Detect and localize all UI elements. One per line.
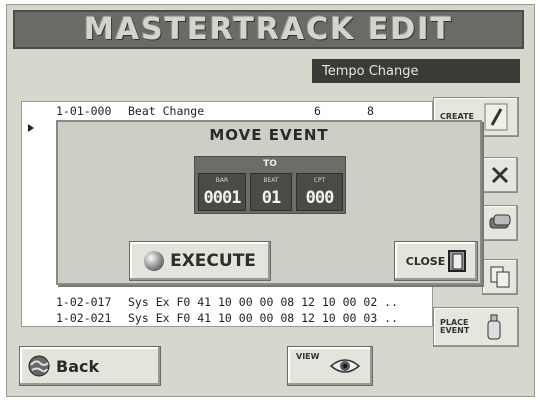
dialog-title: MOVE EVENT: [209, 126, 329, 144]
move-event-icon: [489, 214, 511, 229]
clock-value: 000: [305, 188, 335, 208]
beat-value: 01: [261, 188, 281, 208]
bar-value: 0001: [203, 188, 242, 208]
list-item[interactable]: 1-01-000 Beat Change 6 8: [22, 103, 432, 119]
pencil-icon: [484, 103, 508, 131]
clock-label: CPT: [313, 177, 326, 184]
beat-label: BEAT: [263, 177, 279, 184]
list-item[interactable]: 1-02-021 Sys Ex F0 41 10 00 00 08 12 10 …: [22, 310, 432, 326]
event-filter-display[interactable]: Tempo Change: [312, 59, 520, 83]
event-value-2: 8: [367, 104, 374, 118]
page-title: MASTERTRACK EDIT: [84, 12, 453, 47]
clock-field[interactable]: CPT 000: [296, 173, 343, 211]
delete-x-icon: [491, 166, 509, 184]
mastertrack-edit-screen: MASTERTRACK EDIT Tempo Change 1-01-000 B…: [6, 4, 535, 397]
view-label: VIEW: [296, 352, 320, 361]
event-type: Beat Change: [128, 104, 205, 118]
move-button[interactable]: [482, 205, 518, 241]
execute-button[interactable]: EXECUTE: [129, 241, 271, 281]
copy-button[interactable]: [482, 259, 518, 295]
beat-field[interactable]: BEAT 01: [250, 173, 292, 211]
back-button[interactable]: Back: [19, 346, 161, 386]
execute-orb-icon: [144, 251, 165, 271]
list-item[interactable]: 1-02-017 Sys Ex F0 41 10 00 00 08 12 10 …: [22, 294, 432, 310]
move-event-dialog: MOVE EVENT TO BAR 0001 BEAT 01 CPT 000 E…: [56, 120, 482, 285]
view-button[interactable]: VIEW: [287, 346, 373, 386]
bar-field[interactable]: BAR 0001: [198, 173, 246, 211]
close-label: CLOSE: [405, 254, 446, 268]
cursor-arrow-icon: [28, 124, 34, 132]
event-data: Sys Ex F0 41 10 00 00 08 12 10 00 02 ..: [128, 295, 399, 309]
destination-group: TO BAR 0001 BEAT 01 CPT 000: [194, 156, 346, 214]
copy-icon: [490, 266, 510, 288]
bar-label: BAR: [215, 177, 229, 184]
title-bar: MASTERTRACK EDIT: [13, 10, 524, 49]
close-button[interactable]: CLOSE: [394, 241, 478, 281]
door-icon: [448, 250, 467, 272]
event-position: 1-02-017: [56, 295, 112, 309]
event-data: Sys Ex F0 41 10 00 00 08 12 10 00 03 ..: [128, 311, 399, 325]
execute-label: EXECUTE: [170, 251, 256, 271]
event-filter-label: Tempo Change: [322, 63, 419, 79]
place-event-button[interactable]: PLACE EVENT: [433, 307, 519, 347]
delete-button[interactable]: [482, 157, 518, 193]
eye-icon: [330, 359, 361, 373]
event-position: 1-02-021: [56, 311, 112, 325]
back-label: Back: [56, 356, 100, 376]
back-globe-icon: [28, 355, 50, 377]
place-event-label-line2: EVENT: [440, 326, 470, 335]
event-value-1: 6: [314, 104, 321, 118]
event-position: 1-01-000: [56, 104, 112, 118]
to-label: TO: [263, 159, 277, 169]
bottle-icon: [487, 314, 501, 340]
